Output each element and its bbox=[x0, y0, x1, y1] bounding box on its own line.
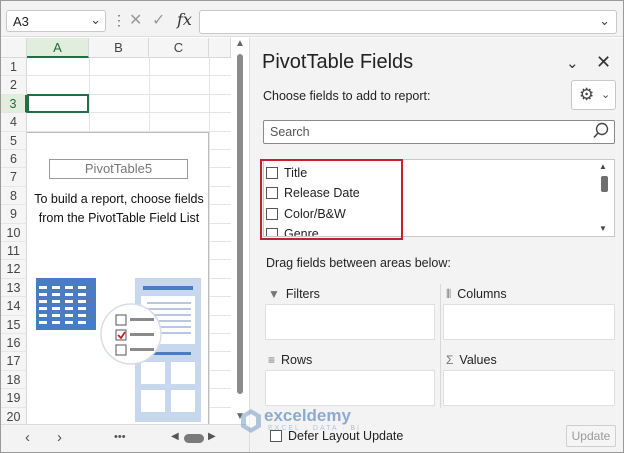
row-header-3[interactable]: 3 bbox=[1, 94, 27, 114]
row-header-19[interactable]: 19 bbox=[1, 389, 27, 408]
row-header-1[interactable]: 1 bbox=[1, 58, 27, 77]
filters-label: Filters bbox=[285, 287, 320, 301]
row-header-5[interactable]: 5 bbox=[1, 131, 27, 150]
filters-drop-zone[interactable] bbox=[265, 304, 435, 340]
area-splitter bbox=[440, 284, 441, 408]
scroll-down-icon[interactable]: ▼ bbox=[599, 224, 607, 233]
prev-sheet-icon[interactable]: ‹ bbox=[25, 429, 30, 446]
update-button[interactable]: Update bbox=[566, 425, 616, 447]
row-header-8[interactable]: 8 bbox=[1, 186, 27, 206]
sheet-vertical-scrollbar[interactable]: ▲ ▼ bbox=[233, 38, 247, 424]
scrollbar-thumb[interactable] bbox=[601, 176, 608, 192]
field-list-scrollbar[interactable]: ▲ ▼ bbox=[598, 162, 610, 236]
select-all-corner[interactable] bbox=[1, 38, 27, 58]
rows-drop-zone[interactable] bbox=[265, 370, 435, 406]
horizontal-scroll-thumb[interactable] bbox=[184, 434, 204, 443]
watermark-brand: exceldemy bbox=[264, 406, 351, 425]
settings-button[interactable]: ⚙ ⌄ bbox=[571, 80, 616, 110]
choose-fields-label: Choose fields to add to report: bbox=[263, 89, 431, 103]
scroll-left-icon[interactable]: ◀ bbox=[171, 431, 179, 442]
row-header-7[interactable]: 7 bbox=[1, 168, 27, 187]
search-placeholder: Search bbox=[270, 125, 310, 139]
scroll-right-icon[interactable]: ▶ bbox=[208, 431, 216, 442]
watermark-tagline: EXCEL · DATA · BI bbox=[268, 425, 361, 432]
column-header-a[interactable]: A bbox=[27, 38, 89, 58]
expand-formula-icon[interactable]: ⌄ bbox=[599, 13, 610, 29]
formula-input[interactable]: ⌄ bbox=[199, 10, 617, 34]
row-header-16[interactable]: 16 bbox=[1, 334, 27, 353]
column-header-d[interactable] bbox=[209, 38, 231, 58]
row-header-18[interactable]: 18 bbox=[1, 370, 27, 390]
chevron-down-icon[interactable]: ⌄ bbox=[90, 12, 101, 28]
gear-icon: ⚙ bbox=[579, 85, 595, 104]
next-sheet-icon[interactable]: › bbox=[57, 429, 62, 446]
selected-cell-a3[interactable] bbox=[27, 94, 89, 113]
row-header-11[interactable]: 11 bbox=[1, 242, 27, 261]
row-header-9[interactable]: 9 bbox=[1, 205, 27, 224]
formula-bar: A3 ⌄ ⋮ ✕ ✓ fx ⌄ bbox=[1, 1, 623, 37]
name-box[interactable]: A3 ⌄ bbox=[6, 10, 106, 32]
row-header-4[interactable]: 4 bbox=[1, 113, 27, 132]
values-area-header: Σ Values bbox=[446, 353, 497, 367]
row-header-10[interactable]: 10 bbox=[1, 223, 27, 242]
row-header-13[interactable]: 13 bbox=[1, 278, 27, 298]
rows-label: Rows bbox=[281, 353, 313, 367]
column-header-c[interactable]: C bbox=[149, 38, 209, 58]
row-header-20[interactable]: 20 bbox=[1, 407, 27, 424]
drag-fields-label: Drag fields between areas below: bbox=[266, 256, 451, 270]
columns-icon: ⦀ bbox=[446, 287, 452, 301]
sheet-tab-bar: ‹ › ••• ◀ ▶ bbox=[1, 424, 251, 452]
row-header-6[interactable]: 6 bbox=[1, 150, 27, 169]
pivot-instruction-text: To build a report, choose fields from th… bbox=[34, 192, 204, 225]
scroll-up-icon[interactable]: ▲ bbox=[235, 38, 245, 49]
row-header-17[interactable]: 17 bbox=[1, 352, 27, 371]
panel-title: PivotTable Fields bbox=[262, 51, 414, 73]
values-drop-zone[interactable] bbox=[443, 370, 615, 406]
exceldemy-watermark: exceldemy EXCEL · DATA · BI bbox=[238, 406, 398, 436]
pivot-illustration bbox=[36, 278, 201, 422]
fields-highlight-box bbox=[260, 159, 403, 240]
chevron-down-icon[interactable]: ⌄ bbox=[566, 54, 579, 72]
search-icon[interactable] bbox=[592, 122, 610, 140]
columns-area-header: ⦀ Columns bbox=[446, 287, 507, 302]
name-box-value: A3 bbox=[13, 14, 29, 29]
filter-icon: ▼ bbox=[268, 287, 280, 301]
row-header-14[interactable]: 14 bbox=[1, 297, 27, 316]
cancel-icon[interactable]: ✕ bbox=[129, 10, 142, 30]
sigma-icon: Σ bbox=[446, 353, 454, 367]
scrollbar-thumb[interactable] bbox=[237, 54, 243, 394]
values-label: Values bbox=[459, 353, 497, 367]
row-gridline bbox=[27, 75, 231, 77]
row-header-12[interactable]: 12 bbox=[1, 260, 27, 279]
pivot-fields-panel: PivotTable Fields ⌄ ✕ Choose fields to a… bbox=[249, 38, 623, 452]
row-header-2[interactable]: 2 bbox=[1, 76, 27, 95]
more-sheets-icon[interactable]: ••• bbox=[114, 431, 126, 443]
watermark-logo-icon bbox=[241, 409, 261, 433]
chevron-down-icon: ⌄ bbox=[601, 89, 611, 101]
rows-area-header: ≡ Rows bbox=[268, 353, 312, 367]
close-icon[interactable]: ✕ bbox=[596, 52, 611, 73]
rows-icon: ≡ bbox=[268, 353, 276, 367]
row-header-15[interactable]: 15 bbox=[1, 315, 27, 334]
insert-function-icon[interactable]: fx bbox=[177, 10, 192, 29]
column-header-b[interactable]: B bbox=[89, 38, 149, 58]
search-input[interactable]: Search bbox=[263, 120, 615, 144]
columns-drop-zone[interactable] bbox=[443, 304, 615, 340]
more-options-icon[interactable]: ⋮ bbox=[112, 13, 126, 27]
columns-label: Columns bbox=[457, 287, 507, 301]
filters-area-header: ▼ Filters bbox=[268, 287, 320, 301]
worksheet: A B C 1 2 3 4 5 6 7 8 9 10 11 12 13 14 15 16 17 18 19 20 Pi… bbox=[1, 38, 231, 424]
enter-check-icon[interactable]: ✓ bbox=[152, 10, 165, 30]
scroll-up-icon[interactable]: ▲ bbox=[599, 162, 607, 171]
pivot-table-name: PivotTable5 bbox=[49, 159, 188, 179]
